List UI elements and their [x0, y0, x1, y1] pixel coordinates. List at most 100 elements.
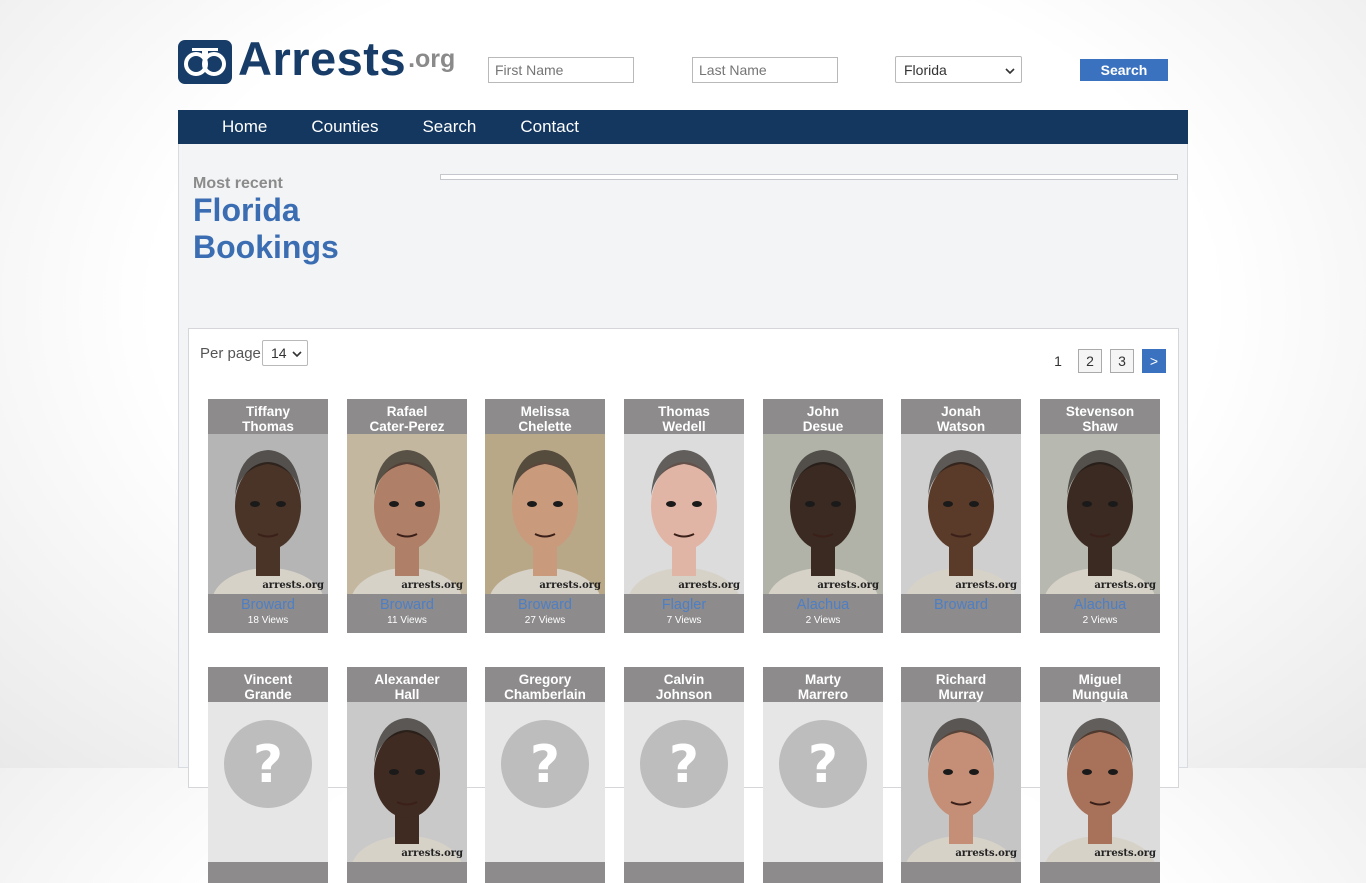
inmate-name[interactable]: Melissa Chelette: [485, 399, 605, 434]
county-link[interactable]: Broward: [347, 597, 467, 613]
county-link[interactable]: Alachua: [763, 597, 883, 613]
inmate-card[interactable]: Jonah Watson arrests.org Broward: [901, 399, 1021, 633]
inmate-name[interactable]: Miguel Munguia: [1040, 667, 1160, 702]
mugshot-photo[interactable]: arrests.org: [208, 434, 328, 594]
inmate-card[interactable]: Vincent Grande?: [208, 667, 328, 883]
last-name-input[interactable]: [692, 57, 838, 83]
placeholder-avatar-icon[interactable]: ?: [624, 702, 744, 862]
inmate-card[interactable]: Tiffany Thomas arrests.org Broward 18 Views: [208, 399, 328, 633]
inmate-card[interactable]: Marty Marrero?: [763, 667, 883, 883]
inmate-last-name: Shaw: [1082, 419, 1118, 434]
inmate-card[interactable]: John Desue arrests.org Alachua 2 Views: [763, 399, 883, 633]
inmate-card[interactable]: Thomas Wedell arrests.org Flagler 7 Views: [624, 399, 744, 633]
inmate-first-name: Thomas: [658, 404, 710, 419]
inmate-name[interactable]: Vincent Grande: [208, 667, 328, 702]
inmate-first-name: Calvin: [663, 672, 705, 687]
mugshot-photo[interactable]: arrests.org: [347, 434, 467, 594]
watermark: arrests.org: [678, 580, 740, 591]
svg-text:?: ?: [530, 735, 560, 795]
inmate-card[interactable]: Rafael Cater-Perez arrests.org Broward 11 Vi…: [347, 399, 467, 633]
mugshot-photo[interactable]: arrests.org: [1040, 702, 1160, 862]
county-link[interactable]: Flagler: [624, 597, 744, 613]
nav-item-counties[interactable]: Counties: [311, 110, 378, 144]
watermark: arrests.org: [955, 848, 1017, 859]
page-current: 1: [1054, 353, 1062, 369]
inmate-name[interactable]: Marty Marrero: [763, 667, 883, 702]
inmate-first-name: Gregory: [518, 672, 572, 687]
mugshot-photo[interactable]: arrests.org: [901, 702, 1021, 862]
mugshot-photo[interactable]: arrests.org: [901, 434, 1021, 594]
logo-text: Arrests: [238, 32, 407, 85]
inmate-last-name: Murray: [938, 687, 984, 702]
watermark: arrests.org: [955, 580, 1017, 591]
placeholder-avatar-icon[interactable]: ?: [485, 702, 605, 862]
county-link[interactable]: Broward: [485, 597, 605, 613]
mugshot-photo[interactable]: arrests.org: [485, 434, 605, 594]
mugshot-photo[interactable]: arrests.org: [763, 434, 883, 594]
per-page-select[interactable]: 14: [262, 340, 308, 366]
watermark: arrests.org: [262, 580, 324, 591]
nav-item-home[interactable]: Home: [222, 110, 267, 144]
inmate-name[interactable]: Tiffany Thomas: [208, 399, 328, 434]
inmate-name[interactable]: Gregory Chamberlain: [485, 667, 605, 702]
inmate-name[interactable]: Richard Murray: [901, 667, 1021, 702]
site-logo[interactable]: Arrests .org: [178, 34, 455, 84]
view-count: [1040, 865, 1160, 883]
placeholder-avatar-icon[interactable]: ?: [763, 702, 883, 862]
nav-item-contact[interactable]: Contact: [520, 110, 579, 144]
view-count: 7 Views: [666, 615, 702, 626]
state-select[interactable]: Florida: [895, 56, 1022, 83]
pagination: 1 2 3 >: [1038, 349, 1166, 373]
view-count: 27 Views: [524, 615, 566, 626]
watermark: arrests.org: [817, 580, 879, 591]
inmate-name[interactable]: Alexander Hall: [347, 667, 467, 702]
svg-text:?: ?: [253, 735, 283, 795]
mugshot-photo[interactable]: arrests.org: [624, 434, 744, 594]
inmate-last-name: Marrero: [797, 687, 849, 702]
inmate-name[interactable]: John Desue: [763, 399, 883, 434]
inmate-card[interactable]: Gregory Chamberlain?: [485, 667, 605, 883]
inmate-name[interactable]: Rafael Cater-Perez: [347, 399, 467, 434]
per-page-value: 14: [271, 345, 287, 361]
view-count: 11 Views: [387, 615, 427, 626]
inmate-card[interactable]: Richard Murray arrests.org: [901, 667, 1021, 883]
inmate-name[interactable]: Calvin Johnson: [624, 667, 744, 702]
page-title: Florida Bookings: [193, 192, 393, 266]
inmate-last-name: Grande: [244, 687, 292, 702]
view-count: [485, 865, 605, 883]
inmate-name[interactable]: Jonah Watson: [901, 399, 1021, 434]
bookings-list: Per page 14 1 2 3 > Tiffany Thomas arrests…: [188, 328, 1179, 883]
inmate-card[interactable]: Miguel Munguia arrests.org: [1040, 667, 1160, 883]
inmate-card[interactable]: Calvin Johnson?: [624, 667, 744, 883]
inmate-first-name: Vincent: [243, 672, 293, 687]
mugshot-photo[interactable]: arrests.org: [1040, 434, 1160, 594]
per-page-label: Per page: [200, 345, 261, 362]
ad-banner: [440, 174, 1178, 180]
inmate-name[interactable]: Stevenson Shaw: [1040, 399, 1160, 434]
inmate-last-name: Wedell: [662, 419, 706, 434]
inmate-card[interactable]: Stevenson Shaw arrests.org Alachua 2 Views: [1040, 399, 1160, 633]
county-link[interactable]: Broward: [208, 597, 328, 613]
inmate-card[interactable]: Melissa Chelette arrests.org Broward 27 View…: [485, 399, 605, 633]
mugshot-photo[interactable]: arrests.org: [347, 702, 467, 862]
chevron-down-icon: [292, 345, 302, 361]
search-button[interactable]: Search: [1080, 59, 1168, 81]
page-link[interactable]: 3: [1110, 349, 1134, 373]
chevron-down-icon: [1005, 62, 1015, 78]
next-page-button[interactable]: >: [1142, 349, 1166, 373]
view-count: 2 Views: [805, 615, 841, 626]
placeholder-avatar-icon[interactable]: ?: [208, 702, 328, 862]
page-link[interactable]: 2: [1078, 349, 1102, 373]
inmate-first-name: Miguel: [1078, 672, 1122, 687]
county-link[interactable]: Alachua: [1040, 597, 1160, 613]
inmate-last-name: Watson: [936, 419, 986, 434]
first-name-input[interactable]: [488, 57, 634, 83]
inmate-name[interactable]: Thomas Wedell: [624, 399, 744, 434]
page-title-line1: Florida: [193, 192, 300, 228]
nav-item-search[interactable]: Search: [422, 110, 476, 144]
main-nav: Home Counties Search Contact: [178, 110, 1188, 144]
inmate-card[interactable]: Alexander Hall arrests.org: [347, 667, 467, 883]
logo-suffix: .org: [408, 45, 456, 73]
page-title-line2: Bookings: [193, 229, 339, 265]
county-link[interactable]: Broward: [901, 597, 1021, 613]
